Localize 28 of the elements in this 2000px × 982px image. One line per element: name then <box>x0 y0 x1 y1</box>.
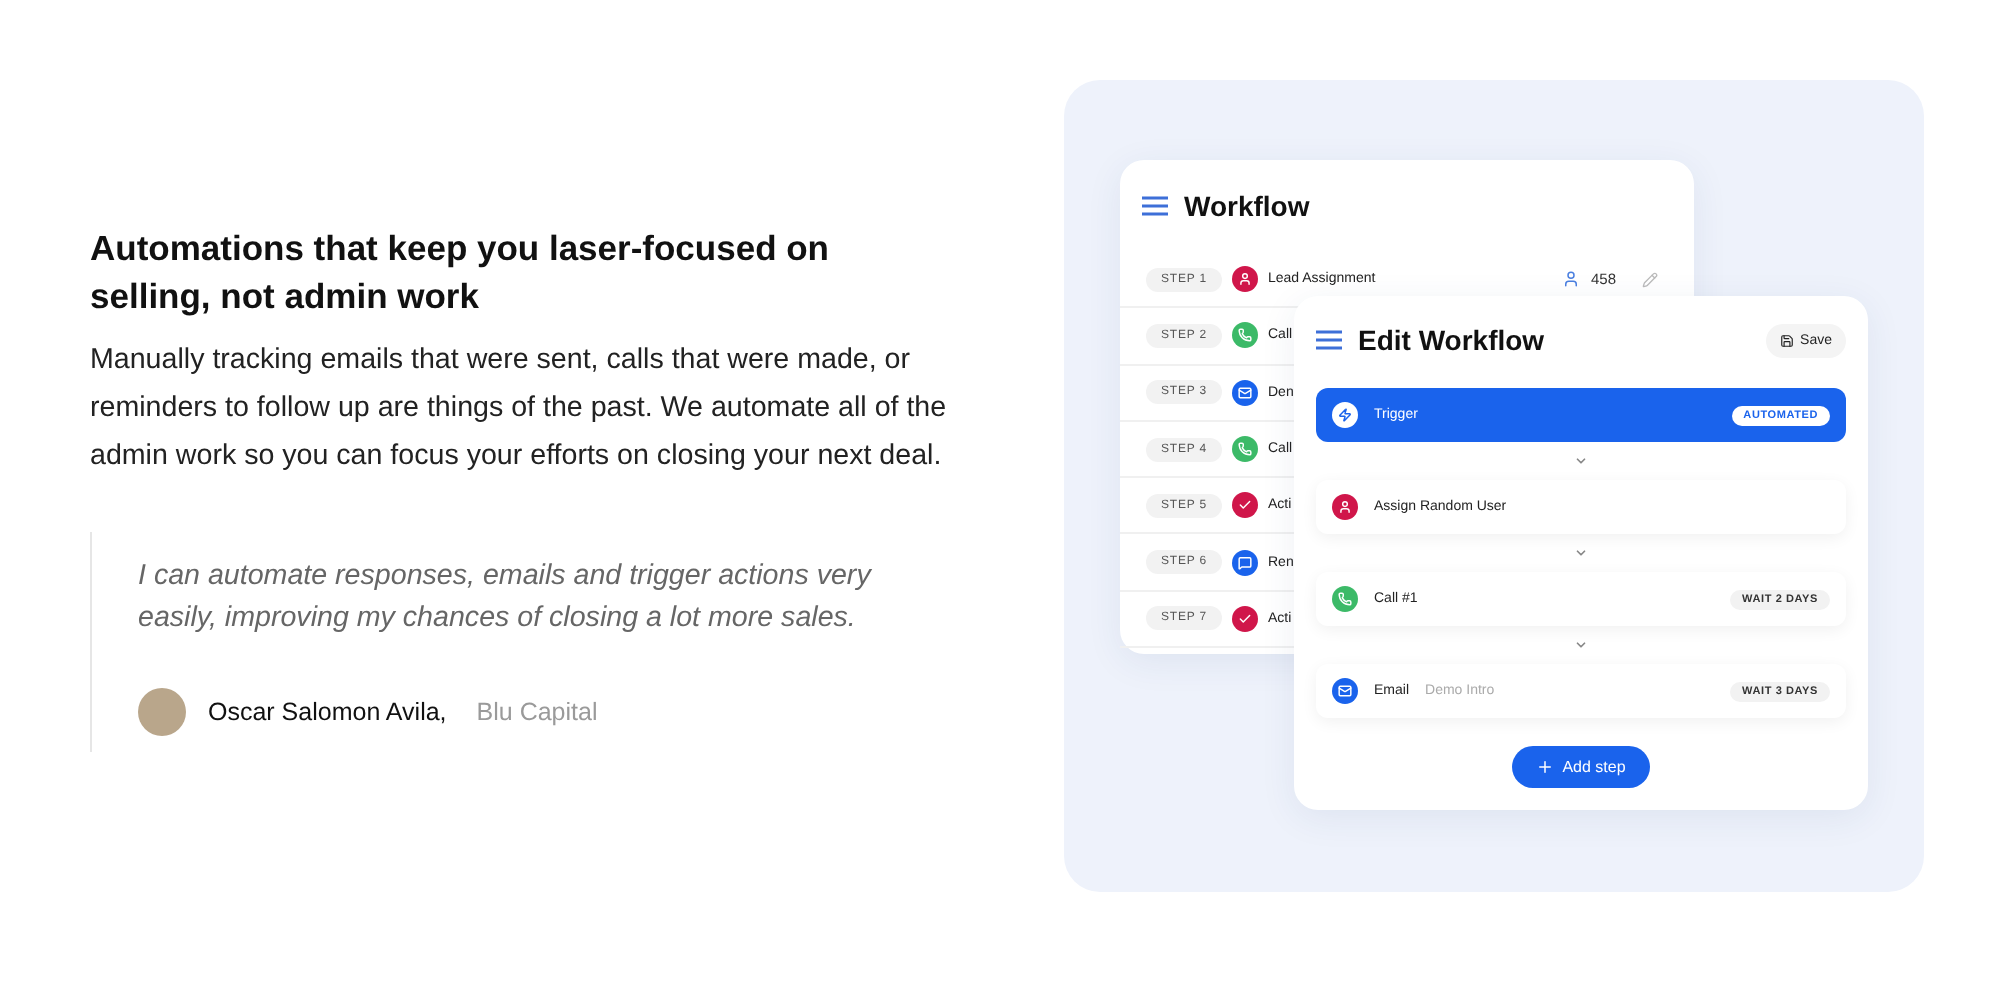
user-icon <box>1232 266 1258 293</box>
card-title: Edit Workflow <box>1358 324 1545 356</box>
check-icon <box>1232 605 1258 632</box>
chevron-down-icon <box>1574 546 1588 560</box>
description-paragraph: Manually tracking emails that were sent, calls that were made, or reminders to follow up are things of the past. We automate all of the admin work so you can focus your efforts on closing your next deal. <box>90 342 949 476</box>
save-icon <box>1780 333 1795 347</box>
quote-text: I can automate responses, emails and trigger actions very easily, improving my chances of closing a lot more sales. <box>138 558 874 638</box>
user-icon <box>1562 270 1581 289</box>
phone-icon <box>1232 322 1258 349</box>
chevron-down-icon <box>1574 638 1588 652</box>
phone-icon <box>1232 436 1258 463</box>
avatar <box>138 688 186 736</box>
phone-icon <box>1332 586 1358 612</box>
author-name: Oscar Salomon Avila, <box>208 698 447 726</box>
check-icon <box>1232 492 1258 519</box>
add-step-button[interactable]: Add step <box>1512 746 1650 788</box>
mail-icon <box>1332 678 1358 704</box>
plus-icon <box>1536 758 1555 776</box>
card-title: Workflow <box>1184 190 1310 222</box>
menu-icon[interactable] <box>1142 196 1168 216</box>
author-company: Blu Capital <box>476 698 598 726</box>
user-icon <box>1332 494 1358 520</box>
menu-icon[interactable] <box>1316 330 1342 350</box>
chevron-down-icon <box>1574 454 1588 468</box>
chat-icon <box>1232 549 1258 576</box>
mail-icon <box>1232 379 1258 406</box>
heading: Automations that keep you laser-focused on selling, not admin work <box>90 226 831 320</box>
lightning-icon <box>1332 402 1358 428</box>
